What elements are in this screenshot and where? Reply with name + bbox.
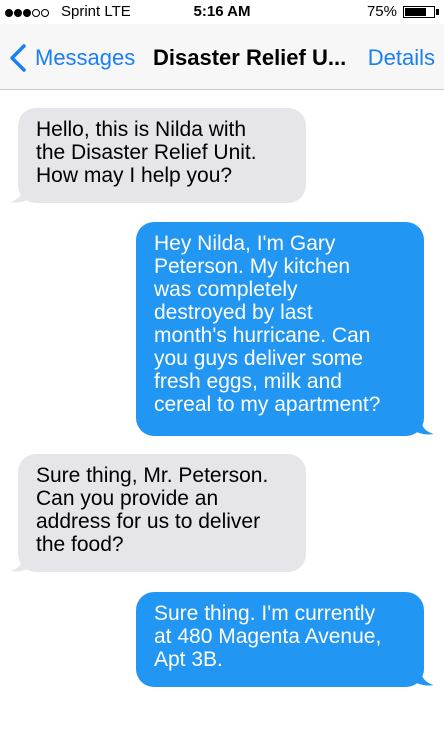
message-line: Sure thing, Mr. Peterson. — [36, 464, 269, 487]
back-button[interactable]: Messages — [7, 43, 135, 73]
message-line: was completely — [154, 278, 298, 301]
message-line: Peterson. My kitchen — [154, 255, 351, 278]
message-line: Sure thing. I'm currently — [154, 602, 376, 625]
message-thread[interactable]: Hello, this is Nilda with the Disaster R… — [0, 90, 444, 735]
status-bar: Sprint LTE 5:16 AM 75% — [0, 0, 444, 24]
message-bubble-outgoing[interactable]: Hey Nilda, I'm Gary Peterson. My kitchen… — [136, 222, 424, 436]
message-line: destroyed by last — [154, 301, 313, 324]
message-line: month's hurricane. Can — [154, 324, 371, 347]
message-line: address for us to deliver — [36, 510, 261, 533]
message-bubble-outgoing[interactable]: Sure thing. I'm currently at 480 Magenta… — [136, 592, 424, 687]
message-line: fresh eggs, milk and — [154, 370, 342, 393]
message-bubble-incoming[interactable]: Sure thing, Mr. Peterson. Can you provid… — [18, 454, 306, 572]
conversation-title: Disaster Relief U... — [153, 45, 347, 70]
battery-percent: 75% — [366, 3, 397, 20]
nav-bar: Messages Disaster Relief U... Details — [0, 24, 444, 90]
message-line: Apt 3B. — [154, 648, 223, 671]
message-line: Can you provide an — [36, 487, 219, 510]
message-bubble-incoming[interactable]: Hello, this is Nilda with the Disaster R… — [18, 108, 306, 203]
message-line: Hey Nilda, I'm Gary — [154, 232, 336, 255]
message-line: you guys deliver some — [154, 347, 363, 370]
battery-icon — [403, 6, 435, 18]
message-line: Hello, this is Nilda with — [36, 118, 247, 141]
message-line: at 480 Magenta Avenue, — [154, 625, 382, 648]
message-line: the food? — [36, 533, 124, 556]
chevron-left-icon — [10, 44, 26, 72]
battery-tip — [436, 9, 439, 15]
message-line: How may I help you? — [36, 164, 233, 187]
message-line: cereal to my apartment? — [154, 393, 381, 416]
details-button[interactable]: Details — [368, 45, 435, 71]
message-line: the Disaster Relief Unit. — [36, 141, 257, 164]
back-button-label: Messages — [35, 45, 136, 70]
